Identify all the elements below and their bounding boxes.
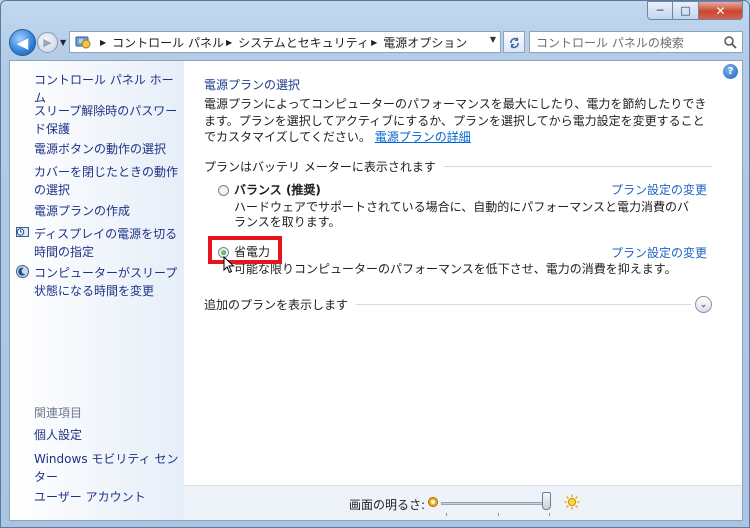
power-options-window: ─ □ ✕ ◀ ▶ ▼ ▶ コントロール パネル ▶ システムとセキュリティ ▶… [0,0,750,528]
section-divider [443,166,712,167]
plan-balanced-name[interactable]: バランス (推奨) [234,181,321,198]
breadcrumb-separator-icon[interactable]: ▶ [371,38,377,47]
sidebar-item-mobility-center[interactable]: Windows モビリティ センター [34,450,180,486]
maximize-icon: □ [680,4,691,17]
forward-arrow-icon: ▶ [43,36,52,49]
plan-balanced-description: ハードウェアでサポートされている場合に、自動的にパフォーマンスと電力消費のバラン… [234,200,690,229]
brightness-bar: 画面の明るさ: [184,485,742,520]
selection-highlight-box [208,236,282,264]
expand-chevron-icon[interactable]: ⌄ [695,296,712,313]
sidebar-item-sleep-time[interactable]: コンピューターがスリープ状態になる時間を変更 [34,264,180,300]
sidebar-item-user-accounts[interactable]: ユーザー アカウント [34,488,180,506]
close-icon: ✕ [715,3,726,18]
refresh-icon [509,36,519,48]
brightness-slider-track[interactable] [441,502,551,505]
caption-buttons: ─ □ ✕ [647,1,743,20]
search-icon[interactable] [723,35,737,49]
recent-pages-dropdown[interactable]: ▼ [60,38,66,47]
forward-button[interactable]: ▶ [37,32,58,53]
plan-power-saver-settings-link[interactable]: プラン設定の変更 [611,244,707,261]
plan-balanced-settings-link[interactable]: プラン設定の変更 [611,181,707,198]
breadcrumb-item-power-options[interactable]: 電源オプション [383,34,467,51]
sidebar-item-wake-password[interactable]: スリープ解除時のパスワード保護 [34,102,180,138]
slider-ticks [446,513,550,516]
address-dropdown-icon[interactable]: ▼ [490,35,496,44]
control-panel-icon [75,36,91,49]
sidebar-item-lid-close[interactable]: カバーを閉じたときの動作の選択 [34,163,180,199]
battery-meter-section: プランはバッテリ メーターに表示されます [204,158,712,175]
mouse-cursor-icon [223,256,235,274]
sleep-moon-icon [16,265,29,278]
page-title: 電源プランの選択 [204,78,301,92]
refresh-button[interactable] [503,31,525,53]
sidebar-item-personalization[interactable]: 個人設定 [34,426,180,444]
help-icon[interactable]: ? [723,64,738,79]
battery-section-label: プランはバッテリ メーターに表示されます [204,160,436,174]
sidebar-item-display-off[interactable]: ディスプレイの電源を切る時間の指定 [34,225,180,261]
breadcrumb-item-control-panel[interactable]: コントロール パネル [112,34,224,51]
dim-sun-icon [428,497,438,507]
close-button[interactable]: ✕ [699,1,743,20]
back-arrow-icon: ◀ [16,33,29,52]
details-link[interactable]: 電源プランの詳細 [375,130,471,144]
minimize-button[interactable]: ─ [647,1,673,20]
task-pane: コントロール パネル ホーム スリープ解除時のパスワード保護 電源ボタンの動作の… [10,61,184,520]
brightness-label: 画面の明るさ: [349,498,426,512]
section-divider [356,304,691,305]
search-box[interactable]: コントロール パネルの検索 [529,31,743,53]
additional-plans-section[interactable]: 追加のプランを表示します ⌄ [204,296,712,313]
minimize-icon: ─ [656,4,664,17]
display-clock-icon [16,227,29,237]
breadcrumb-separator-icon[interactable]: ▶ [100,38,106,47]
plan-balanced-radio[interactable] [218,185,229,196]
main-pane: ? 電源プランの選択 電源プランによってコンピューターのパフォーマンスを最大にし… [184,61,742,520]
sidebar-item-power-button[interactable]: 電源ボタンの動作の選択 [34,140,180,158]
search-input[interactable]: コントロール パネルの検索 [536,34,723,51]
content-area: コントロール パネル ホーム スリープ解除時のパスワード保護 電源ボタンの動作の… [9,60,743,521]
back-button[interactable]: ◀ [9,29,36,56]
bright-sun-icon [564,494,580,510]
address-bar[interactable]: ▶ コントロール パネル ▶ システムとセキュリティ ▶ 電源オプション ▼ [69,31,501,53]
breadcrumb-separator-icon[interactable]: ▶ [226,38,232,47]
brightness-slider-thumb[interactable] [542,492,551,510]
maximize-button[interactable]: □ [673,1,699,20]
page-description: 電源プランによってコンピューターのパフォーマンスを最大にしたり、電力を節約したり… [204,96,714,146]
plan-power-saver-description: 可能な限りコンピューターのパフォーマンスを低下させ、電力の消費を抑えます。 [234,262,677,276]
sidebar-item-create-plan[interactable]: 電源プランの作成 [34,202,180,220]
additional-plans-label[interactable]: 追加のプランを表示します [204,296,348,313]
related-header: 関連項目 [34,406,83,420]
breadcrumb: ▶ コントロール パネル ▶ システムとセキュリティ ▶ 電源オプション [98,34,467,51]
breadcrumb-item-system-security[interactable]: システムとセキュリティ [238,34,369,51]
